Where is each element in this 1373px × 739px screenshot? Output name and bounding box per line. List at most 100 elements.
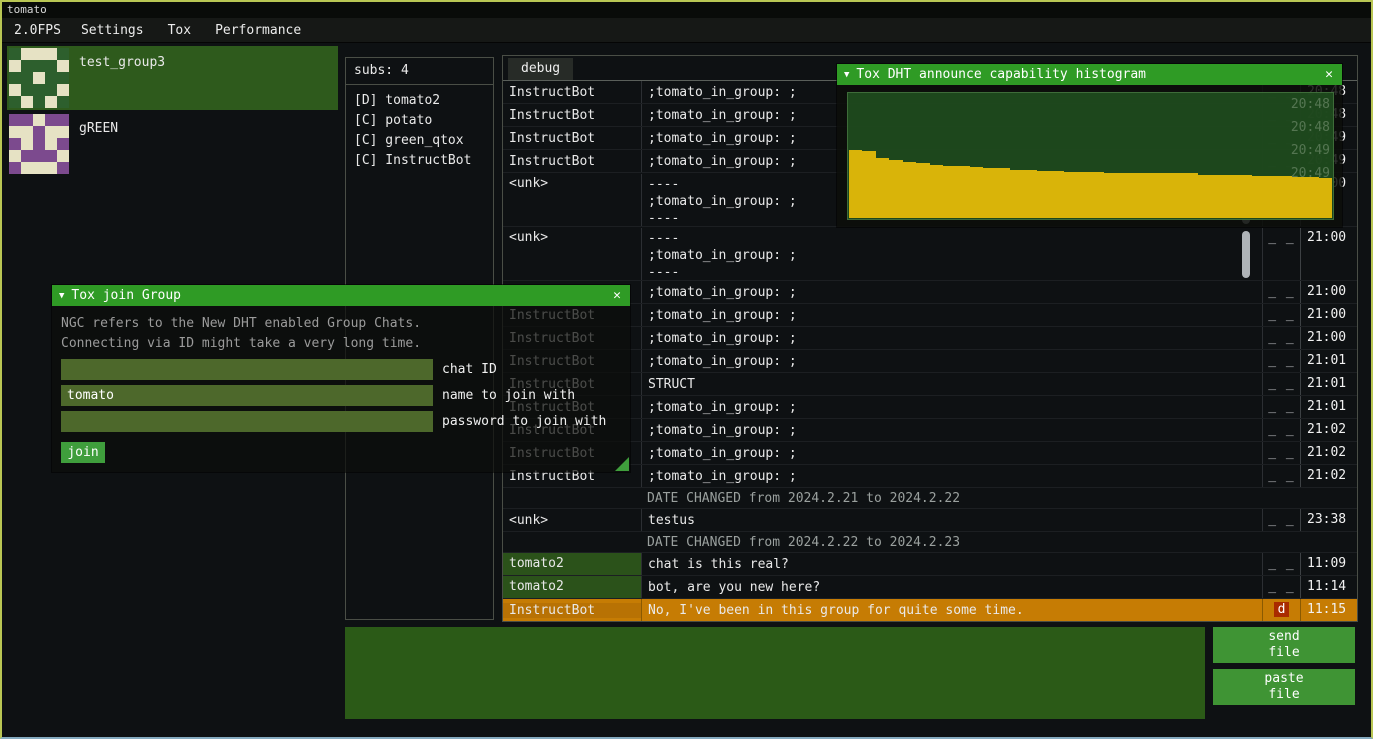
histogram-bar — [1198, 175, 1211, 218]
histogram-bar — [1077, 172, 1090, 218]
chat-id-label: chat ID — [442, 362, 497, 377]
message-text[interactable]: ;tomato_in_group: ; — [641, 442, 1262, 464]
avatar-cell — [9, 96, 21, 108]
message-flags: _ _ — [1262, 509, 1300, 531]
message-line: ;tomato_in_group: ; — [648, 247, 1256, 264]
occluded-timestamp: 20:49 — [1291, 139, 1330, 162]
message-text[interactable]: ;tomato_in_group: ; — [641, 419, 1262, 441]
message-timestamp: 21:01 — [1300, 350, 1357, 372]
close-icon[interactable]: ✕ — [1323, 67, 1335, 82]
menu-item-settings[interactable]: Settings — [70, 20, 155, 41]
chat-message-row[interactable]: InstructBot;tomato_in_group: ;_ _21:01 — [503, 350, 1357, 373]
join-button[interactable]: join — [61, 442, 105, 463]
message-input[interactable] — [345, 627, 1205, 719]
dht-histogram-window: ▼ Tox DHT announce capability histogram … — [837, 64, 1342, 227]
message-text[interactable]: ;tomato_in_group: ; — [641, 327, 1262, 349]
message-text[interactable]: ;tomato_in_group: ; — [641, 350, 1262, 372]
message-text[interactable]: ;tomato_in_group: ; — [641, 465, 1262, 487]
paste-file-button[interactable]: paste file — [1213, 669, 1355, 705]
date-changed-text: DATE CHANGED from 2024.2.22 to 2024.2.23 — [641, 532, 1262, 552]
message-timestamp: 21:00 — [1300, 281, 1357, 303]
join-window-title: Tox join Group — [71, 288, 604, 303]
histogram-bar — [1158, 173, 1171, 218]
avatar-cell — [45, 114, 57, 126]
histogram-bar — [1117, 173, 1130, 218]
group-item-gREEN[interactable]: gREEN — [7, 112, 338, 176]
message-flags: _ _ — [1262, 553, 1300, 575]
chat-message-row[interactable]: <unk>----;tomato_in_group: ;----_ _21:00 — [503, 227, 1357, 281]
message-flags: _ _ — [1262, 396, 1300, 418]
member-item[interactable]: [C] InstructBot — [354, 151, 485, 171]
date-changed-text: DATE CHANGED from 2024.2.21 to 2024.2.22 — [641, 488, 1262, 508]
menu-item-performance[interactable]: Performance — [204, 20, 312, 41]
histogram-bar — [1010, 170, 1023, 218]
resize-grip[interactable] — [615, 457, 629, 471]
chat-message-row[interactable]: InstructBot;tomato_in_group: ;_ _21:02 — [503, 442, 1357, 465]
window-titlebar: tomato — [2, 2, 1371, 18]
menu-item-tox[interactable]: Tox — [157, 20, 202, 41]
avatar-cell — [21, 48, 33, 60]
message-text[interactable]: ;tomato_in_group: ; — [641, 281, 1262, 303]
message-text[interactable]: No, I've been in this group for quite so… — [641, 599, 1262, 621]
message-timestamp: 21:00 — [1300, 327, 1357, 349]
sender-name: InstructBot — [503, 85, 641, 100]
chat-message-row[interactable]: <unk>testus_ _23:38 — [503, 509, 1357, 532]
chat-message-row[interactable]: InstructBot;tomato_in_group: ;_ _21:02 — [503, 419, 1357, 442]
member-item[interactable]: [C] green_qtox — [354, 131, 485, 151]
join-window-titlebar[interactable]: ▼ Tox join Group ✕ — [52, 285, 630, 306]
sender-name: <unk> — [503, 513, 641, 528]
chat-message-row[interactable]: InstructBot;tomato_in_group: ;_ _21:01 — [503, 396, 1357, 419]
message-text[interactable]: STRUCT — [641, 373, 1262, 395]
message-text[interactable]: ----;tomato_in_group: ;---- — [641, 228, 1262, 280]
avatar-cell — [33, 48, 45, 60]
group-item-test_group3[interactable]: test_group3 — [7, 46, 338, 110]
occluded-timestamp: 20:49 — [1291, 162, 1330, 185]
avatar-cell — [57, 150, 69, 162]
avatar-cell — [57, 162, 69, 174]
sender-name: tomato2 — [503, 553, 641, 575]
message-scrollbar[interactable] — [1242, 231, 1250, 278]
message-text[interactable]: testus — [641, 509, 1262, 531]
chat-message-row[interactable]: InstructBot;tomato_in_group: ;_ _21:00 — [503, 281, 1357, 304]
histogram-plot[interactable]: 20:4820:4820:4920:49 — [847, 92, 1334, 220]
message-flags: _ _ — [1262, 350, 1300, 372]
message-flags: _ _ — [1262, 327, 1300, 349]
chat-message-row[interactable]: InstructBot;tomato_in_group: ;_ _21:00 — [503, 327, 1357, 350]
message-timestamp: 21:01 — [1300, 373, 1357, 395]
avatar-cell — [45, 150, 57, 162]
histogram-bar — [1091, 172, 1104, 218]
collapse-arrow-icon[interactable]: ▼ — [844, 70, 849, 80]
message-text[interactable]: chat is this real? — [641, 553, 1262, 575]
collapse-arrow-icon[interactable]: ▼ — [59, 291, 64, 301]
message-text[interactable]: ;tomato_in_group: ; — [641, 396, 1262, 418]
group-name: gREEN — [79, 114, 118, 136]
message-text[interactable]: ;tomato_in_group: ; — [641, 304, 1262, 326]
join-name-input[interactable] — [61, 385, 433, 406]
histogram-window-titlebar[interactable]: ▼ Tox DHT announce capability histogram … — [837, 64, 1342, 85]
group-name: test_group3 — [79, 48, 165, 70]
occluded-timestamp: 20:48 — [1291, 116, 1330, 139]
chat-message-row[interactable]: tomato2bot, are you new here?_ _11:14 — [503, 576, 1357, 599]
message-flags: _ _ — [1262, 465, 1300, 487]
send-file-button[interactable]: send file — [1213, 627, 1355, 663]
window-title: tomato — [7, 3, 47, 16]
chat-message-row[interactable]: InstructBot;tomato_in_group: ;_ _21:02 — [503, 465, 1357, 488]
chat-message-row[interactable]: InstructBotSTRUCT_ _21:01 — [503, 373, 1357, 396]
histogram-bar — [1064, 172, 1077, 218]
message-text[interactable]: bot, are you new here? — [641, 576, 1262, 598]
join-password-input[interactable] — [61, 411, 433, 432]
avatar-cell — [9, 60, 21, 72]
member-item[interactable]: [D] tomato2 — [354, 91, 485, 111]
tab-debug[interactable]: debug — [508, 58, 573, 80]
close-icon[interactable]: ✕ — [611, 288, 623, 303]
member-item[interactable]: [C] potato — [354, 111, 485, 131]
message-flags: _ _ — [1262, 228, 1300, 280]
chat-message-row[interactable]: tomato2chat is this real?_ _11:09 — [503, 553, 1357, 576]
chat-id-input[interactable] — [61, 359, 433, 380]
chat-message-row[interactable]: InstructBotNo, I've been in this group f… — [503, 599, 1357, 621]
message-timestamp: 21:02 — [1300, 465, 1357, 487]
chat-message-row[interactable]: InstructBot;tomato_in_group: ;_ _21:00 — [503, 304, 1357, 327]
avatar-cell — [33, 162, 45, 174]
avatar-cell — [9, 84, 21, 96]
avatar-cell — [33, 60, 45, 72]
